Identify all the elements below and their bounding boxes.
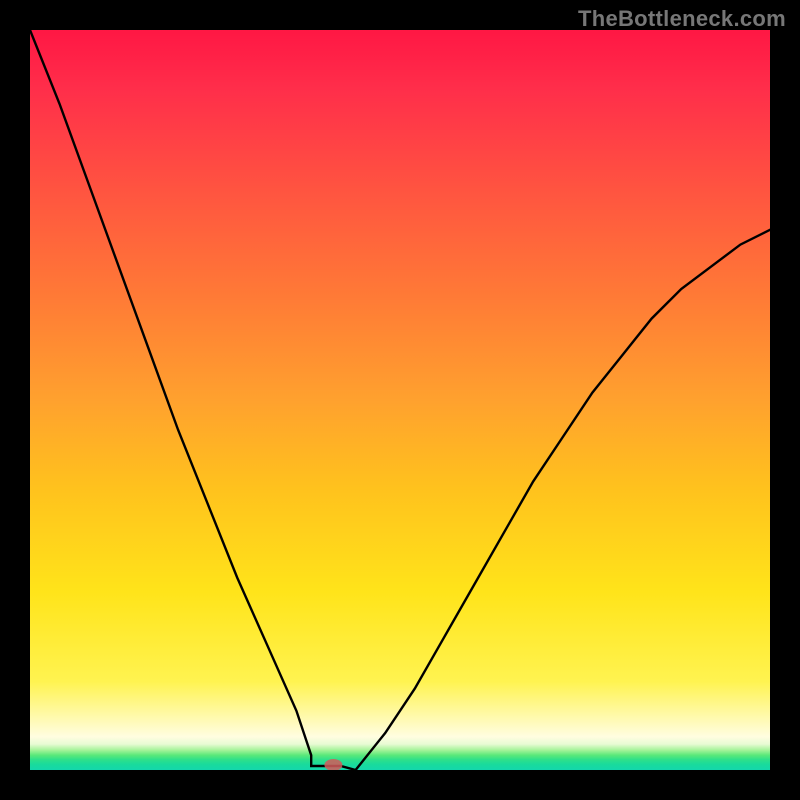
chart-svg [30, 30, 770, 770]
chart-container: TheBottleneck.com [0, 0, 800, 800]
watermark: TheBottleneck.com [578, 6, 786, 32]
plot-area [30, 30, 770, 770]
chart-curve [30, 30, 770, 770]
min-marker [324, 759, 342, 770]
